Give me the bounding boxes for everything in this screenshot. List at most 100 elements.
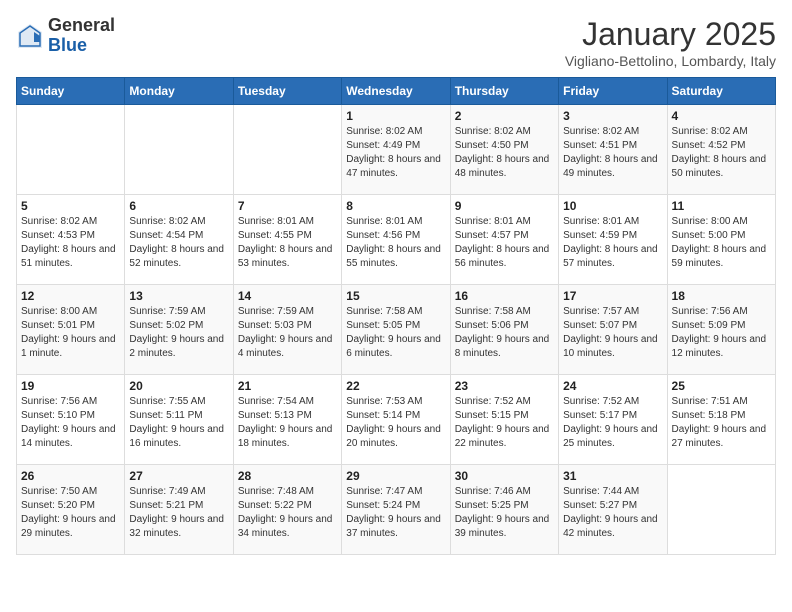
day-number: 14 xyxy=(238,289,337,303)
calendar-cell: 29 Sunrise: 7:47 AMSunset: 5:24 PMDayligh… xyxy=(342,465,450,555)
day-number: 31 xyxy=(563,469,662,483)
calendar-header-row: SundayMondayTuesdayWednesdayThursdayFrid… xyxy=(17,78,776,105)
day-number: 23 xyxy=(455,379,554,393)
calendar-cell: 18 Sunrise: 7:56 AMSunset: 5:09 PMDayligh… xyxy=(667,285,775,375)
day-info: Sunrise: 7:53 AMSunset: 5:14 PMDaylight:… xyxy=(346,395,445,451)
day-number: 22 xyxy=(346,379,445,393)
day-info: Sunrise: 8:00 AMSunset: 5:01 PMDaylight:… xyxy=(21,305,120,361)
day-info: Sunrise: 7:50 AMSunset: 5:20 PMDaylight:… xyxy=(21,485,120,541)
day-header-saturday: Saturday xyxy=(667,78,775,105)
calendar-cell: 5Sunrise: 8:02 AMSunset: 4:53 PMDaylight… xyxy=(17,195,125,285)
calendar-cell: 2Sunrise: 8:02 AMSunset: 4:50 PMDaylight… xyxy=(450,105,558,195)
day-info: Sunrise: 8:02 AMSunset: 4:54 PMDaylight:… xyxy=(129,215,228,271)
day-info: Sunrise: 8:01 AMSunset: 4:59 PMDaylight:… xyxy=(563,215,662,271)
calendar-cell: 11Sunrise: 8:00 AMSunset: 5:00 PMDayligh… xyxy=(667,195,775,285)
calendar-cell: 6 Sunrise: 8:02 AMSunset: 4:54 PMDaylight… xyxy=(125,195,233,285)
calendar-cell: 14 Sunrise: 7:59 AMSunset: 5:03 PMDayligh… xyxy=(233,285,341,375)
calendar-cell: 4 Sunrise: 8:02 AMSunset: 4:52 PMDaylight… xyxy=(667,105,775,195)
calendar-cell: 12Sunrise: 8:00 AMSunset: 5:01 PMDayligh… xyxy=(17,285,125,375)
day-info: Sunrise: 7:56 AMSunset: 5:10 PMDaylight:… xyxy=(21,395,120,451)
day-number: 8 xyxy=(346,199,445,213)
calendar-cell: 25Sunrise: 7:51 AMSunset: 5:18 PMDayligh… xyxy=(667,375,775,465)
day-number: 25 xyxy=(672,379,771,393)
day-number: 11 xyxy=(672,199,771,213)
day-number: 3 xyxy=(563,109,662,123)
day-number: 5 xyxy=(21,199,120,213)
calendar-cell: 9Sunrise: 8:01 AMSunset: 4:57 PMDaylight… xyxy=(450,195,558,285)
day-info: Sunrise: 7:54 AMSunset: 5:13 PMDaylight:… xyxy=(238,395,337,451)
calendar-cell: 10 Sunrise: 8:01 AMSunset: 4:59 PMDayligh… xyxy=(559,195,667,285)
day-number: 30 xyxy=(455,469,554,483)
calendar-week-3: 12Sunrise: 8:00 AMSunset: 5:01 PMDayligh… xyxy=(17,285,776,375)
day-header-wednesday: Wednesday xyxy=(342,78,450,105)
calendar-cell: 8 Sunrise: 8:01 AMSunset: 4:56 PMDaylight… xyxy=(342,195,450,285)
logo-icon xyxy=(16,22,44,50)
calendar-cell: 15Sunrise: 7:58 AMSunset: 5:05 PMDayligh… xyxy=(342,285,450,375)
calendar-table: SundayMondayTuesdayWednesdayThursdayFrid… xyxy=(16,77,776,555)
day-info: Sunrise: 7:59 AMSunset: 5:03 PMDaylight:… xyxy=(238,305,337,361)
calendar-body: 1Sunrise: 8:02 AMSunset: 4:49 PMDaylight… xyxy=(17,105,776,555)
day-number: 27 xyxy=(129,469,228,483)
day-number: 4 xyxy=(672,109,771,123)
day-number: 29 xyxy=(346,469,445,483)
day-info: Sunrise: 7:58 AMSunset: 5:06 PMDaylight:… xyxy=(455,305,554,361)
day-info: Sunrise: 8:01 AMSunset: 4:56 PMDaylight:… xyxy=(346,215,445,271)
day-info: Sunrise: 7:55 AMSunset: 5:11 PMDaylight:… xyxy=(129,395,228,451)
day-info: Sunrise: 7:52 AMSunset: 5:17 PMDaylight:… xyxy=(563,395,662,451)
calendar-week-1: 1Sunrise: 8:02 AMSunset: 4:49 PMDaylight… xyxy=(17,105,776,195)
logo-general-text: General xyxy=(48,15,115,35)
day-info: Sunrise: 7:52 AMSunset: 5:15 PMDaylight:… xyxy=(455,395,554,451)
day-number: 19 xyxy=(21,379,120,393)
day-info: Sunrise: 8:01 AMSunset: 4:55 PMDaylight:… xyxy=(238,215,337,271)
calendar-cell: 23 Sunrise: 7:52 AMSunset: 5:15 PMDayligh… xyxy=(450,375,558,465)
logo: General Blue xyxy=(16,16,115,56)
calendar-cell: 3Sunrise: 8:02 AMSunset: 4:51 PMDaylight… xyxy=(559,105,667,195)
day-number: 10 xyxy=(563,199,662,213)
day-number: 26 xyxy=(21,469,120,483)
logo-blue-text: Blue xyxy=(48,35,87,55)
day-number: 20 xyxy=(129,379,228,393)
day-number: 6 xyxy=(129,199,228,213)
calendar-cell: 16 Sunrise: 7:58 AMSunset: 5:06 PMDayligh… xyxy=(450,285,558,375)
day-info: Sunrise: 7:46 AMSunset: 5:25 PMDaylight:… xyxy=(455,485,554,541)
calendar-cell: 20 Sunrise: 7:55 AMSunset: 5:11 PMDayligh… xyxy=(125,375,233,465)
calendar-cell xyxy=(233,105,341,195)
day-info: Sunrise: 8:02 AMSunset: 4:52 PMDaylight:… xyxy=(672,125,771,181)
calendar-cell: 21 Sunrise: 7:54 AMSunset: 5:13 PMDayligh… xyxy=(233,375,341,465)
calendar-week-2: 5Sunrise: 8:02 AMSunset: 4:53 PMDaylight… xyxy=(17,195,776,285)
calendar-cell xyxy=(125,105,233,195)
calendar-cell: 30 Sunrise: 7:46 AMSunset: 5:25 PMDayligh… xyxy=(450,465,558,555)
calendar-week-4: 19 Sunrise: 7:56 AMSunset: 5:10 PMDayligh… xyxy=(17,375,776,465)
day-number: 24 xyxy=(563,379,662,393)
day-header-sunday: Sunday xyxy=(17,78,125,105)
day-number: 18 xyxy=(672,289,771,303)
day-number: 17 xyxy=(563,289,662,303)
calendar-cell: 7 Sunrise: 8:01 AMSunset: 4:55 PMDaylight… xyxy=(233,195,341,285)
day-number: 7 xyxy=(238,199,337,213)
day-info: Sunrise: 8:02 AMSunset: 4:50 PMDaylight:… xyxy=(455,125,554,181)
calendar-cell: 22 Sunrise: 7:53 AMSunset: 5:14 PMDayligh… xyxy=(342,375,450,465)
calendar-cell: 19 Sunrise: 7:56 AMSunset: 5:10 PMDayligh… xyxy=(17,375,125,465)
day-info: Sunrise: 7:49 AMSunset: 5:21 PMDaylight:… xyxy=(129,485,228,541)
calendar-cell: 27 Sunrise: 7:49 AMSunset: 5:21 PMDayligh… xyxy=(125,465,233,555)
title-block: January 2025 Vigliano-Bettolino, Lombard… xyxy=(565,16,776,69)
day-info: Sunrise: 7:56 AMSunset: 5:09 PMDaylight:… xyxy=(672,305,771,361)
calendar-week-5: 26 Sunrise: 7:50 AMSunset: 5:20 PMDayligh… xyxy=(17,465,776,555)
day-info: Sunrise: 7:47 AMSunset: 5:24 PMDaylight:… xyxy=(346,485,445,541)
calendar-cell: 24 Sunrise: 7:52 AMSunset: 5:17 PMDayligh… xyxy=(559,375,667,465)
day-info: Sunrise: 7:57 AMSunset: 5:07 PMDaylight:… xyxy=(563,305,662,361)
day-info: Sunrise: 7:44 AMSunset: 5:27 PMDaylight:… xyxy=(563,485,662,541)
day-number: 16 xyxy=(455,289,554,303)
calendar-cell: 31 Sunrise: 7:44 AMSunset: 5:27 PMDayligh… xyxy=(559,465,667,555)
day-number: 1 xyxy=(346,109,445,123)
day-header-monday: Monday xyxy=(125,78,233,105)
calendar-cell: 1Sunrise: 8:02 AMSunset: 4:49 PMDaylight… xyxy=(342,105,450,195)
location-subtitle: Vigliano-Bettolino, Lombardy, Italy xyxy=(565,53,776,69)
day-info: Sunrise: 7:59 AMSunset: 5:02 PMDaylight:… xyxy=(129,305,228,361)
day-number: 21 xyxy=(238,379,337,393)
day-number: 13 xyxy=(129,289,228,303)
day-header-tuesday: Tuesday xyxy=(233,78,341,105)
calendar-cell xyxy=(667,465,775,555)
day-number: 28 xyxy=(238,469,337,483)
month-year-title: January 2025 xyxy=(565,16,776,53)
